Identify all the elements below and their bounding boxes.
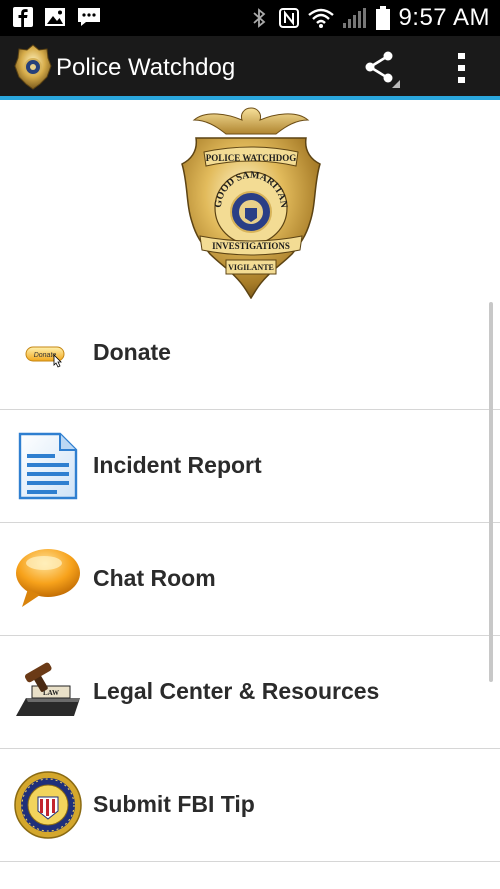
menu-item-label: Chat Room	[93, 565, 216, 591]
menu-item-label: Submit FBI Tip	[93, 791, 255, 817]
donate-icon-text: Donate	[34, 352, 57, 359]
gavel-icon: LAW	[16, 662, 80, 716]
chat-notification-icon	[78, 8, 100, 26]
donate-button-icon: Donate	[25, 346, 65, 368]
system-icons: 9:57 AM	[248, 4, 490, 32]
cell-signal-icon	[343, 8, 367, 28]
document-icon	[18, 432, 78, 500]
menu-item-label: Legal Center & Resources	[93, 678, 380, 704]
notification-icons	[12, 6, 102, 28]
menu-item-legal-center[interactable]: LAW Legal Center & Resources	[0, 636, 500, 749]
badge-top-text: POLICE WATCHDOG	[206, 153, 296, 163]
menu-list: Donate Donate Incident Report Chat Room …	[0, 297, 500, 862]
share-button[interactable]	[360, 48, 404, 90]
menu-item-label: Incident Report	[93, 452, 262, 478]
share-icon	[365, 51, 400, 88]
clock: 9:57 AM	[398, 4, 490, 31]
action-bar: Police Watchdog	[0, 36, 500, 100]
menu-item-label: Donate	[93, 339, 171, 365]
bluetooth-icon	[253, 8, 266, 28]
status-bar: 9:57 AM	[0, 0, 500, 36]
battery-icon	[376, 6, 391, 30]
menu-item-incident-report[interactable]: Incident Report	[0, 410, 500, 523]
menu-item-donate[interactable]: Donate Donate	[0, 297, 500, 410]
menu-item-chat-room[interactable]: Chat Room	[0, 523, 500, 636]
fbi-seal-icon	[14, 771, 82, 839]
wifi-icon	[308, 8, 335, 28]
overflow-menu-button[interactable]	[448, 48, 478, 90]
nfc-icon	[279, 8, 300, 28]
app-title: Police Watchdog	[56, 54, 236, 81]
overflow-menu-icon	[458, 53, 465, 83]
police-watchdog-badge: POLICE WATCHDOG GOOD SAMARITAN INVESTIGA…	[181, 107, 321, 299]
app-badge-icon	[14, 44, 52, 90]
menu-item-fbi-tip[interactable]: Submit FBI Tip	[0, 749, 500, 862]
badge-bottom-text: VIGILANTE	[228, 263, 274, 272]
facebook-icon	[13, 7, 33, 27]
badge-banner-text: INVESTIGATIONS	[212, 241, 290, 251]
gallery-icon	[45, 8, 65, 26]
speech-bubble-icon	[16, 549, 80, 607]
scrollbar[interactable]	[489, 302, 493, 682]
